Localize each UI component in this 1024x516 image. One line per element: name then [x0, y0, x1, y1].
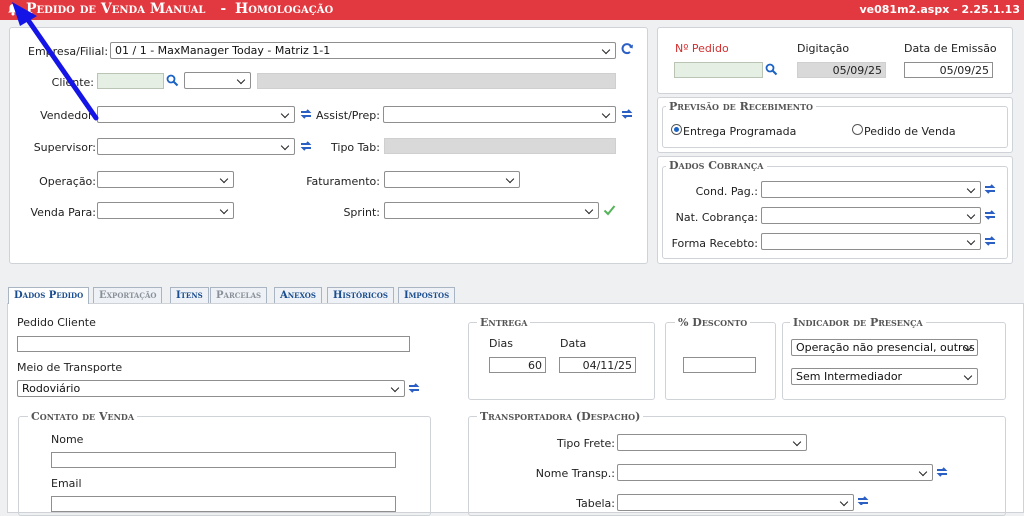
- refresh-icon[interactable]: [620, 42, 634, 56]
- tabela-label: Tabela:: [576, 497, 615, 510]
- empresa-select[interactable]: 01 / 1 - MaxManager Today - Matriz 1-1: [110, 42, 616, 59]
- search-icon[interactable]: [765, 63, 778, 76]
- tab-dados-pedido[interactable]: Dados Pedido: [8, 287, 90, 304]
- entrega-legend: Entrega: [477, 316, 531, 329]
- email-label: Email: [51, 477, 82, 490]
- tab-anexos[interactable]: Anexos: [274, 287, 322, 303]
- tab-exportacao[interactable]: Exportação: [93, 287, 163, 303]
- nome-transp-label: Nome Transp.:: [535, 467, 615, 480]
- numero-pedido-input[interactable]: [674, 62, 763, 78]
- cobranca-legend: Dados Cobrança: [666, 159, 767, 172]
- data-entrega-label: Data: [560, 337, 587, 350]
- tab-historicos[interactable]: Históricos: [327, 287, 394, 303]
- transportadora-legend: Transportadora (Despacho): [477, 410, 644, 423]
- vendedor-select[interactable]: [97, 106, 295, 123]
- data-entrega-input[interactable]: 04/11/25: [559, 357, 636, 373]
- assist-label: Assist/Prep:: [316, 109, 380, 122]
- title-bar: Pedido de Venda Manual - Homologação ve0…: [0, 0, 1024, 20]
- refresh-icon[interactable]: [407, 381, 421, 395]
- forma-recebto-select[interactable]: [761, 233, 981, 250]
- nome-transp-select[interactable]: [617, 464, 933, 481]
- order-info-panel: [657, 27, 1013, 94]
- forma-recebto-label: Forma Recebto:: [671, 237, 758, 250]
- annotation-arrow: [12, 2, 99, 121]
- pedido-venda-radio[interactable]: [852, 124, 863, 135]
- contato-venda-legend: Contato de Venda: [28, 410, 138, 423]
- tipo-frete-label: Tipo Frete:: [556, 437, 615, 450]
- refresh-icon[interactable]: [856, 494, 870, 505]
- meio-transporte-select[interactable]: Rodoviário: [17, 380, 405, 397]
- tipotab-label: Tipo Tab:: [331, 141, 380, 154]
- desconto-legend: % Desconto: [675, 316, 751, 329]
- tipo-frete-select[interactable]: [617, 434, 807, 451]
- nome-input[interactable]: [51, 452, 396, 468]
- email-input[interactable]: [51, 496, 396, 512]
- refresh-icon[interactable]: [935, 465, 949, 479]
- cond-pag-select[interactable]: [761, 181, 981, 198]
- presenca-select[interactable]: Operação não presencial, outros: [791, 339, 978, 356]
- emissao-input[interactable]: 05/09/25: [904, 62, 993, 78]
- emissao-label: Data de Emissão: [904, 42, 997, 55]
- numero-pedido-label: Nº Pedido: [675, 42, 729, 55]
- tipotab-field: [384, 138, 616, 154]
- entrega-programada-radio[interactable]: [671, 124, 682, 135]
- tab-impostos[interactable]: Impostos: [398, 287, 456, 303]
- operacao-select[interactable]: [97, 171, 234, 188]
- refresh-icon[interactable]: [983, 208, 997, 222]
- cond-pag-label: Cond. Pag.:: [695, 185, 758, 198]
- cliente-name-field: [257, 73, 616, 89]
- pedido-cliente-label: Pedido Cliente: [17, 316, 96, 329]
- vendapara-label: Venda Para:: [30, 206, 96, 219]
- presenca-legend: Indicador de Presença: [790, 316, 926, 329]
- meio-transporte-label: Meio de Transporte: [17, 361, 123, 374]
- tab-itens[interactable]: Itens: [170, 287, 209, 303]
- presenca-fieldset: [782, 322, 1006, 400]
- cliente-type-select[interactable]: [184, 72, 251, 89]
- desconto-input[interactable]: [683, 357, 756, 373]
- search-icon[interactable]: [166, 74, 179, 87]
- digitacao-label: Digitação: [797, 42, 850, 55]
- nat-cobranca-select[interactable]: [761, 207, 981, 224]
- operacao-label: Operação:: [39, 175, 96, 188]
- check-icon: [603, 205, 616, 216]
- intermediador-select[interactable]: Sem Intermediador: [791, 368, 978, 385]
- refresh-icon[interactable]: [983, 182, 997, 196]
- tabela-select[interactable]: [617, 494, 854, 511]
- digitacao-field: 05/09/25: [797, 62, 886, 78]
- pedido-cliente-input[interactable]: [17, 336, 410, 352]
- vendapara-select[interactable]: [97, 202, 234, 219]
- previsao-legend: Previsão de Recebimento: [666, 100, 817, 113]
- assist-select[interactable]: [383, 106, 616, 123]
- pedido-venda-label[interactable]: Pedido de Venda: [864, 125, 956, 138]
- supervisor-label: Supervisor:: [33, 141, 96, 154]
- nome-label: Nome: [51, 433, 84, 446]
- faturamento-label: Faturamento:: [306, 175, 380, 188]
- dias-label: Dias: [489, 337, 513, 350]
- supervisor-select[interactable]: [97, 138, 295, 155]
- dias-input[interactable]: 60: [489, 357, 546, 373]
- tab-parcelas[interactable]: Parcelas: [210, 287, 268, 303]
- refresh-icon[interactable]: [620, 107, 634, 121]
- entrega-programada-label[interactable]: Entrega Programada: [683, 125, 796, 138]
- version-label: ve081m2.aspx - 2.25.1.13: [859, 3, 1020, 16]
- sprint-label: Sprint:: [343, 206, 380, 219]
- nat-cobranca-label: Nat. Cobrança:: [675, 211, 758, 224]
- faturamento-select[interactable]: [384, 171, 520, 188]
- refresh-icon[interactable]: [983, 234, 997, 248]
- sprint-select[interactable]: [384, 202, 599, 219]
